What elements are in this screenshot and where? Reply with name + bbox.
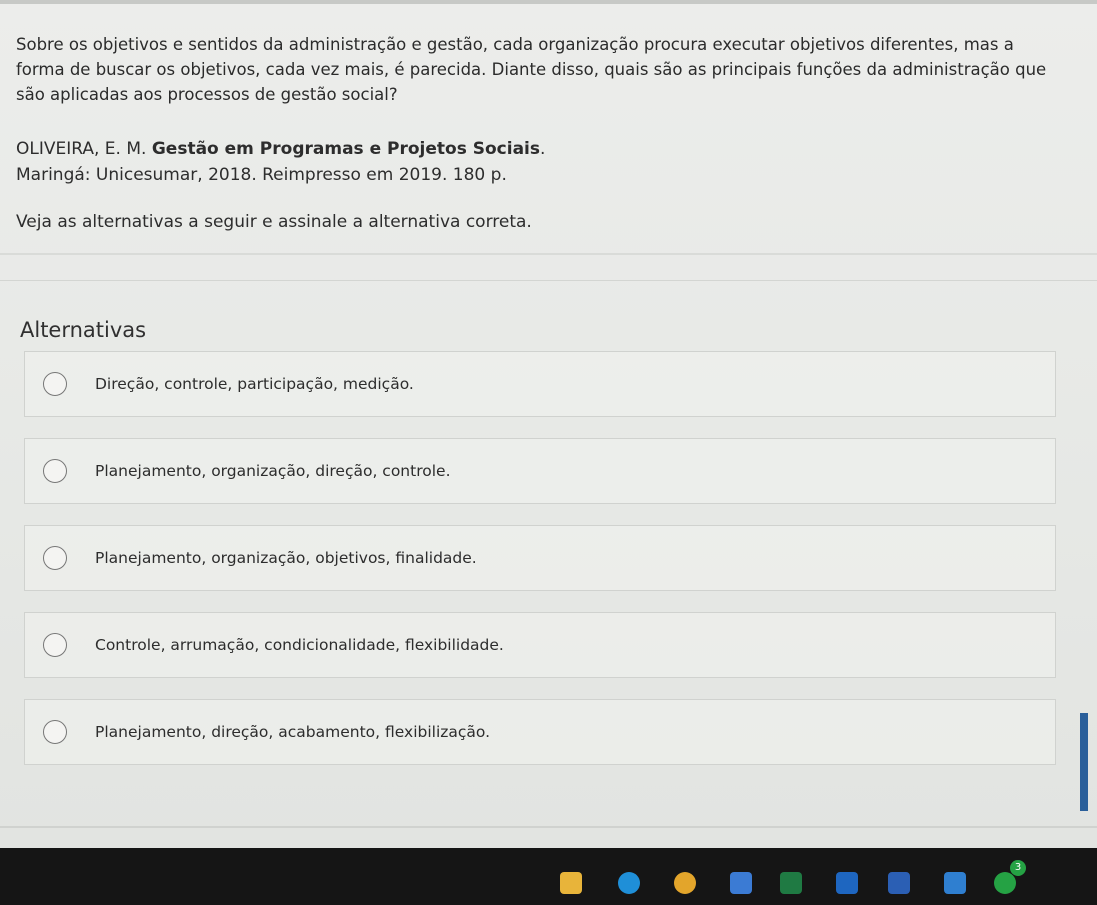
screen: Sobre os objetivos e sentidos da adminis… [0, 0, 1097, 848]
alternative-option-3[interactable]: Planejamento, organização, objetivos, fi… [24, 525, 1056, 591]
alternative-option-4[interactable]: Controle, arrumação, condicionalidade, f… [24, 612, 1056, 678]
reference-title: Gestão em Programas e Projetos Sociais [151, 139, 540, 159]
app-icon[interactable] [944, 872, 966, 894]
radio-button[interactable] [43, 372, 67, 396]
alternative-option-2[interactable]: Planejamento, organização, direção, cont… [24, 438, 1056, 504]
word-icon[interactable] [888, 872, 910, 894]
reference: OLIVEIRA, E. M. Gestão em Programas e Pr… [16, 136, 545, 188]
store-icon[interactable] [730, 872, 752, 894]
notification-badge: 3 [1010, 860, 1026, 876]
divider [0, 826, 1097, 828]
whatsapp-icon[interactable] [994, 872, 1016, 894]
option-label: Direção, controle, participação, medição… [95, 375, 414, 393]
top-divider [0, 0, 1097, 4]
alternative-option-1[interactable]: Direção, controle, participação, medição… [24, 351, 1056, 417]
option-label: Controle, arrumação, condicionalidade, f… [95, 636, 504, 654]
reference-publisher: Maringá: Unicesumar, 2018. Reimpresso em… [16, 165, 507, 185]
explorer-icon[interactable] [560, 872, 582, 894]
outlook-icon[interactable] [836, 872, 858, 894]
option-label: Planejamento, organização, objetivos, fi… [95, 549, 477, 567]
instruction-text: Veja as alternativas a seguir e assinale… [16, 212, 532, 232]
alternatives-title: Alternativas [20, 318, 147, 342]
reference-title-end: . [540, 139, 546, 159]
divider [0, 280, 1097, 281]
edge-icon[interactable] [618, 872, 640, 894]
radio-button[interactable] [43, 546, 67, 570]
chrome-icon[interactable] [674, 872, 696, 894]
radio-button[interactable] [43, 720, 67, 744]
reference-author: OLIVEIRA, E. M. [16, 139, 152, 159]
option-label: Planejamento, direção, acabamento, flexi… [95, 723, 491, 741]
taskbar [0, 848, 1097, 905]
alternatives-list: Direção, controle, participação, medição… [24, 351, 1056, 786]
radio-button[interactable] [43, 633, 67, 657]
option-label: Planejamento, organização, direção, cont… [95, 462, 451, 480]
divider [0, 253, 1097, 255]
alternative-option-5[interactable]: Planejamento, direção, acabamento, flexi… [24, 699, 1056, 765]
scrollbar-thumb[interactable] [1080, 713, 1088, 811]
excel-icon[interactable] [780, 872, 802, 894]
question-text: Sobre os objetivos e sentidos da adminis… [16, 35, 1047, 104]
radio-button[interactable] [43, 459, 67, 483]
